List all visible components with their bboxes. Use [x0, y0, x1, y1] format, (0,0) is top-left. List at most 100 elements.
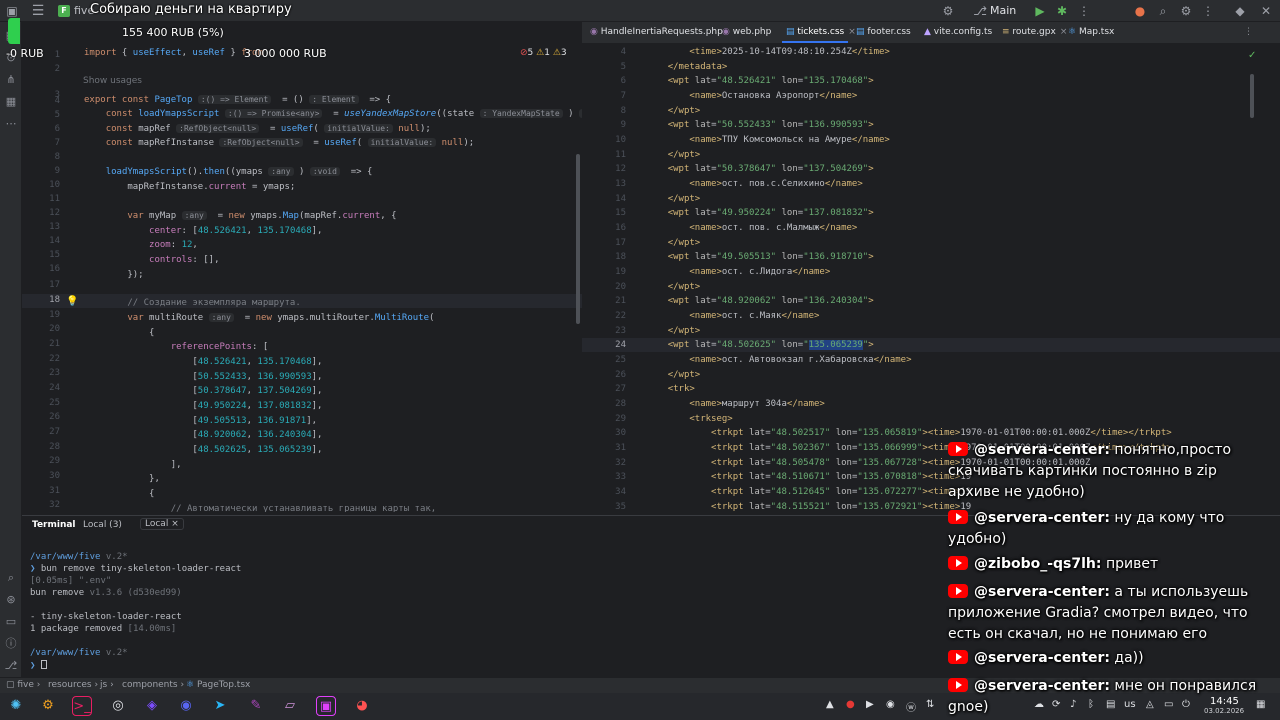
line-gutter: 1 2 3 4 5 6 7 8 9 10 11 12 13 14 15 16 1…: [22, 44, 66, 512]
line-number: 13: [49, 222, 60, 232]
obs-app-icon[interactable]: ◎: [108, 696, 128, 716]
code-line: export const PageTop :() => Element = ()…: [84, 95, 392, 105]
line-number: 20: [615, 282, 626, 292]
chat-author: @servera-center:: [974, 650, 1110, 666]
close-window-icon[interactable]: ✕: [1258, 3, 1274, 19]
breadcrumb-item[interactable]: ▢ five ›: [6, 680, 40, 690]
line-number: 16: [49, 264, 60, 274]
line-number: 19: [615, 267, 626, 277]
folder-app-icon[interactable]: ▱: [280, 696, 300, 716]
more-tools-icon[interactable]: ⋯: [3, 116, 19, 132]
code-line: });: [84, 270, 144, 280]
tab-footer-css[interactable]: ▤ footer.css: [856, 27, 911, 37]
code-line: </wpt>: [667, 238, 701, 248]
line-number: 30: [49, 471, 60, 481]
shield-app-icon[interactable]: ◈: [142, 696, 162, 716]
breadcrumb-item[interactable]: components ›: [122, 680, 184, 690]
close-tab-icon[interactable]: ×: [171, 519, 179, 529]
bookmarks-tool-icon[interactable]: ▦: [3, 94, 19, 110]
line-number: 13: [615, 179, 626, 189]
ide-app-icon[interactable]: ▣: [316, 696, 336, 716]
line-number: 5: [620, 62, 626, 72]
run-icon[interactable]: ▶: [1032, 3, 1048, 19]
code-line: [49.505513, 136.91871],: [84, 416, 318, 426]
tray-vlc-icon[interactable]: ▲: [826, 699, 834, 710]
terminal-tool-icon[interactable]: ▭: [3, 614, 19, 630]
tray-record-icon[interactable]: ●: [846, 699, 855, 710]
tab-tickets-css[interactable]: ▤ tickets.css ×: [786, 27, 856, 37]
tray-network-icon[interactable]: ⇅: [926, 699, 934, 710]
error-count: 1: [544, 48, 550, 58]
branch-icon[interactable]: ⎇: [972, 3, 988, 19]
brush-app-icon[interactable]: ✎: [246, 696, 266, 716]
problems-tool-icon[interactable]: ⓘ: [3, 636, 19, 652]
chat-message: @servera-center: мне он понравился gnoe): [948, 676, 1272, 718]
tab-local-3[interactable]: Local (3): [83, 520, 122, 530]
telegram-app-icon[interactable]: ➤: [210, 696, 230, 716]
find-tool-icon[interactable]: ⌕: [3, 570, 19, 586]
git-tool-icon[interactable]: ⎇: [3, 658, 19, 674]
editor-scrollbar[interactable]: [1250, 74, 1254, 118]
discord-app-icon[interactable]: ◉: [176, 696, 196, 716]
line-number: 18: [49, 295, 60, 305]
close-tab-icon[interactable]: ×: [848, 27, 856, 37]
chat-author: @servera-center:: [974, 678, 1110, 694]
tab-vite-config[interactable]: ▲ vite.config.ts: [924, 27, 992, 37]
code-line: <name>ост. пов. с.Малмыж</name>: [689, 223, 858, 233]
line-number: 18: [615, 252, 626, 262]
tray-player-icon[interactable]: ▶: [866, 699, 874, 710]
line-number: 26: [49, 412, 60, 422]
tab-web-php[interactable]: ◉ web.php: [722, 27, 771, 37]
youtube-icon: [948, 678, 968, 692]
browser-app-icon[interactable]: ◕: [352, 696, 372, 716]
close-tab-icon[interactable]: ×: [1060, 27, 1068, 37]
tray-wp-icon[interactable]: ⓦ: [906, 699, 916, 714]
code-line: import { useEffect, useRef } from: [84, 48, 263, 58]
tab-route-gpx[interactable]: ≡ route.gpx ×: [1002, 27, 1067, 37]
tab-overflow-icon[interactable]: ⋮: [1244, 27, 1253, 37]
breadcrumb-item[interactable]: resources ›: [48, 680, 98, 690]
options-icon[interactable]: ⋮: [1200, 3, 1216, 19]
start-menu-icon[interactable]: ✺: [6, 696, 26, 716]
active-tab-indicator: [782, 41, 848, 43]
editor-pagetop[interactable]: ⊘5 ⚠1 ⚠3 Show usages 1 2 3 4 5 6 7 8 9 1…: [22, 44, 582, 512]
search-icon[interactable]: ⌕: [1155, 3, 1171, 19]
breadcrumb-item[interactable]: js ›: [100, 680, 114, 690]
intention-bulb-icon[interactable]: 💡: [66, 296, 78, 307]
notifications-icon[interactable]: ●: [1132, 3, 1148, 19]
tab-local[interactable]: Local ×: [140, 518, 184, 530]
line-number: 32: [49, 500, 60, 510]
run-config-selector[interactable]: Main: [990, 4, 1016, 17]
code-line: <trkpt lat="48.515521" lon="135.072921">…: [711, 502, 972, 512]
main-menu-icon[interactable]: ☰: [30, 3, 46, 19]
terminal-app-icon[interactable]: >_: [72, 696, 92, 716]
terminal-prompt: /var/www/five v.2*: [30, 552, 128, 562]
line-number: 25: [615, 355, 626, 365]
app-logo-icon[interactable]: ▣: [4, 3, 20, 19]
settings-icon[interactable]: ⚙: [1178, 3, 1194, 19]
tray-discord-icon[interactable]: ◉: [886, 699, 895, 710]
code-line: {: [84, 489, 155, 499]
inspection-widget[interactable]: ⊘5 ⚠1 ⚠3: [520, 48, 567, 58]
minimize-icon[interactable]: ◆: [1232, 3, 1248, 19]
more-actions-icon[interactable]: ⋮: [1076, 3, 1092, 19]
line-number: 6: [54, 124, 60, 134]
breadcrumb-item[interactable]: ⚛ PageTop.tsx: [186, 680, 250, 690]
build-icon[interactable]: ⚙: [940, 3, 956, 19]
project-badge[interactable]: F: [58, 5, 70, 17]
terminal-output: [0.05ms] ".env": [30, 576, 112, 586]
services-tool-icon[interactable]: ⊛: [3, 592, 19, 608]
settings-app-icon[interactable]: ⚙: [38, 696, 58, 716]
code-line: loadYmapsScript().then((ymaps :any ) :vo…: [105, 167, 373, 177]
tab-map-tsx[interactable]: ⚛ Map.tsx: [1068, 27, 1114, 37]
debug-icon[interactable]: ✱: [1054, 3, 1070, 19]
tool-window-bar: ▤ ⊙ ⋔ ▦ ⋯ ⌕ ⊛ ▭ ⓘ ⎇: [0, 22, 22, 677]
show-usages-hint[interactable]: Show usages: [83, 76, 142, 86]
tab-terminal[interactable]: Terminal: [32, 520, 76, 530]
structure-tool-icon[interactable]: ⋔: [3, 72, 19, 88]
tab-handle-inertia-requests[interactable]: ◉ HandleInertiaRequests.php: [590, 27, 723, 37]
code-line: },: [84, 474, 160, 484]
editor-scrollbar[interactable]: [576, 154, 580, 324]
terminal-input-line[interactable]: ❯: [30, 660, 47, 671]
code-line: <name>ост. с.Лидога</name>: [689, 267, 831, 277]
